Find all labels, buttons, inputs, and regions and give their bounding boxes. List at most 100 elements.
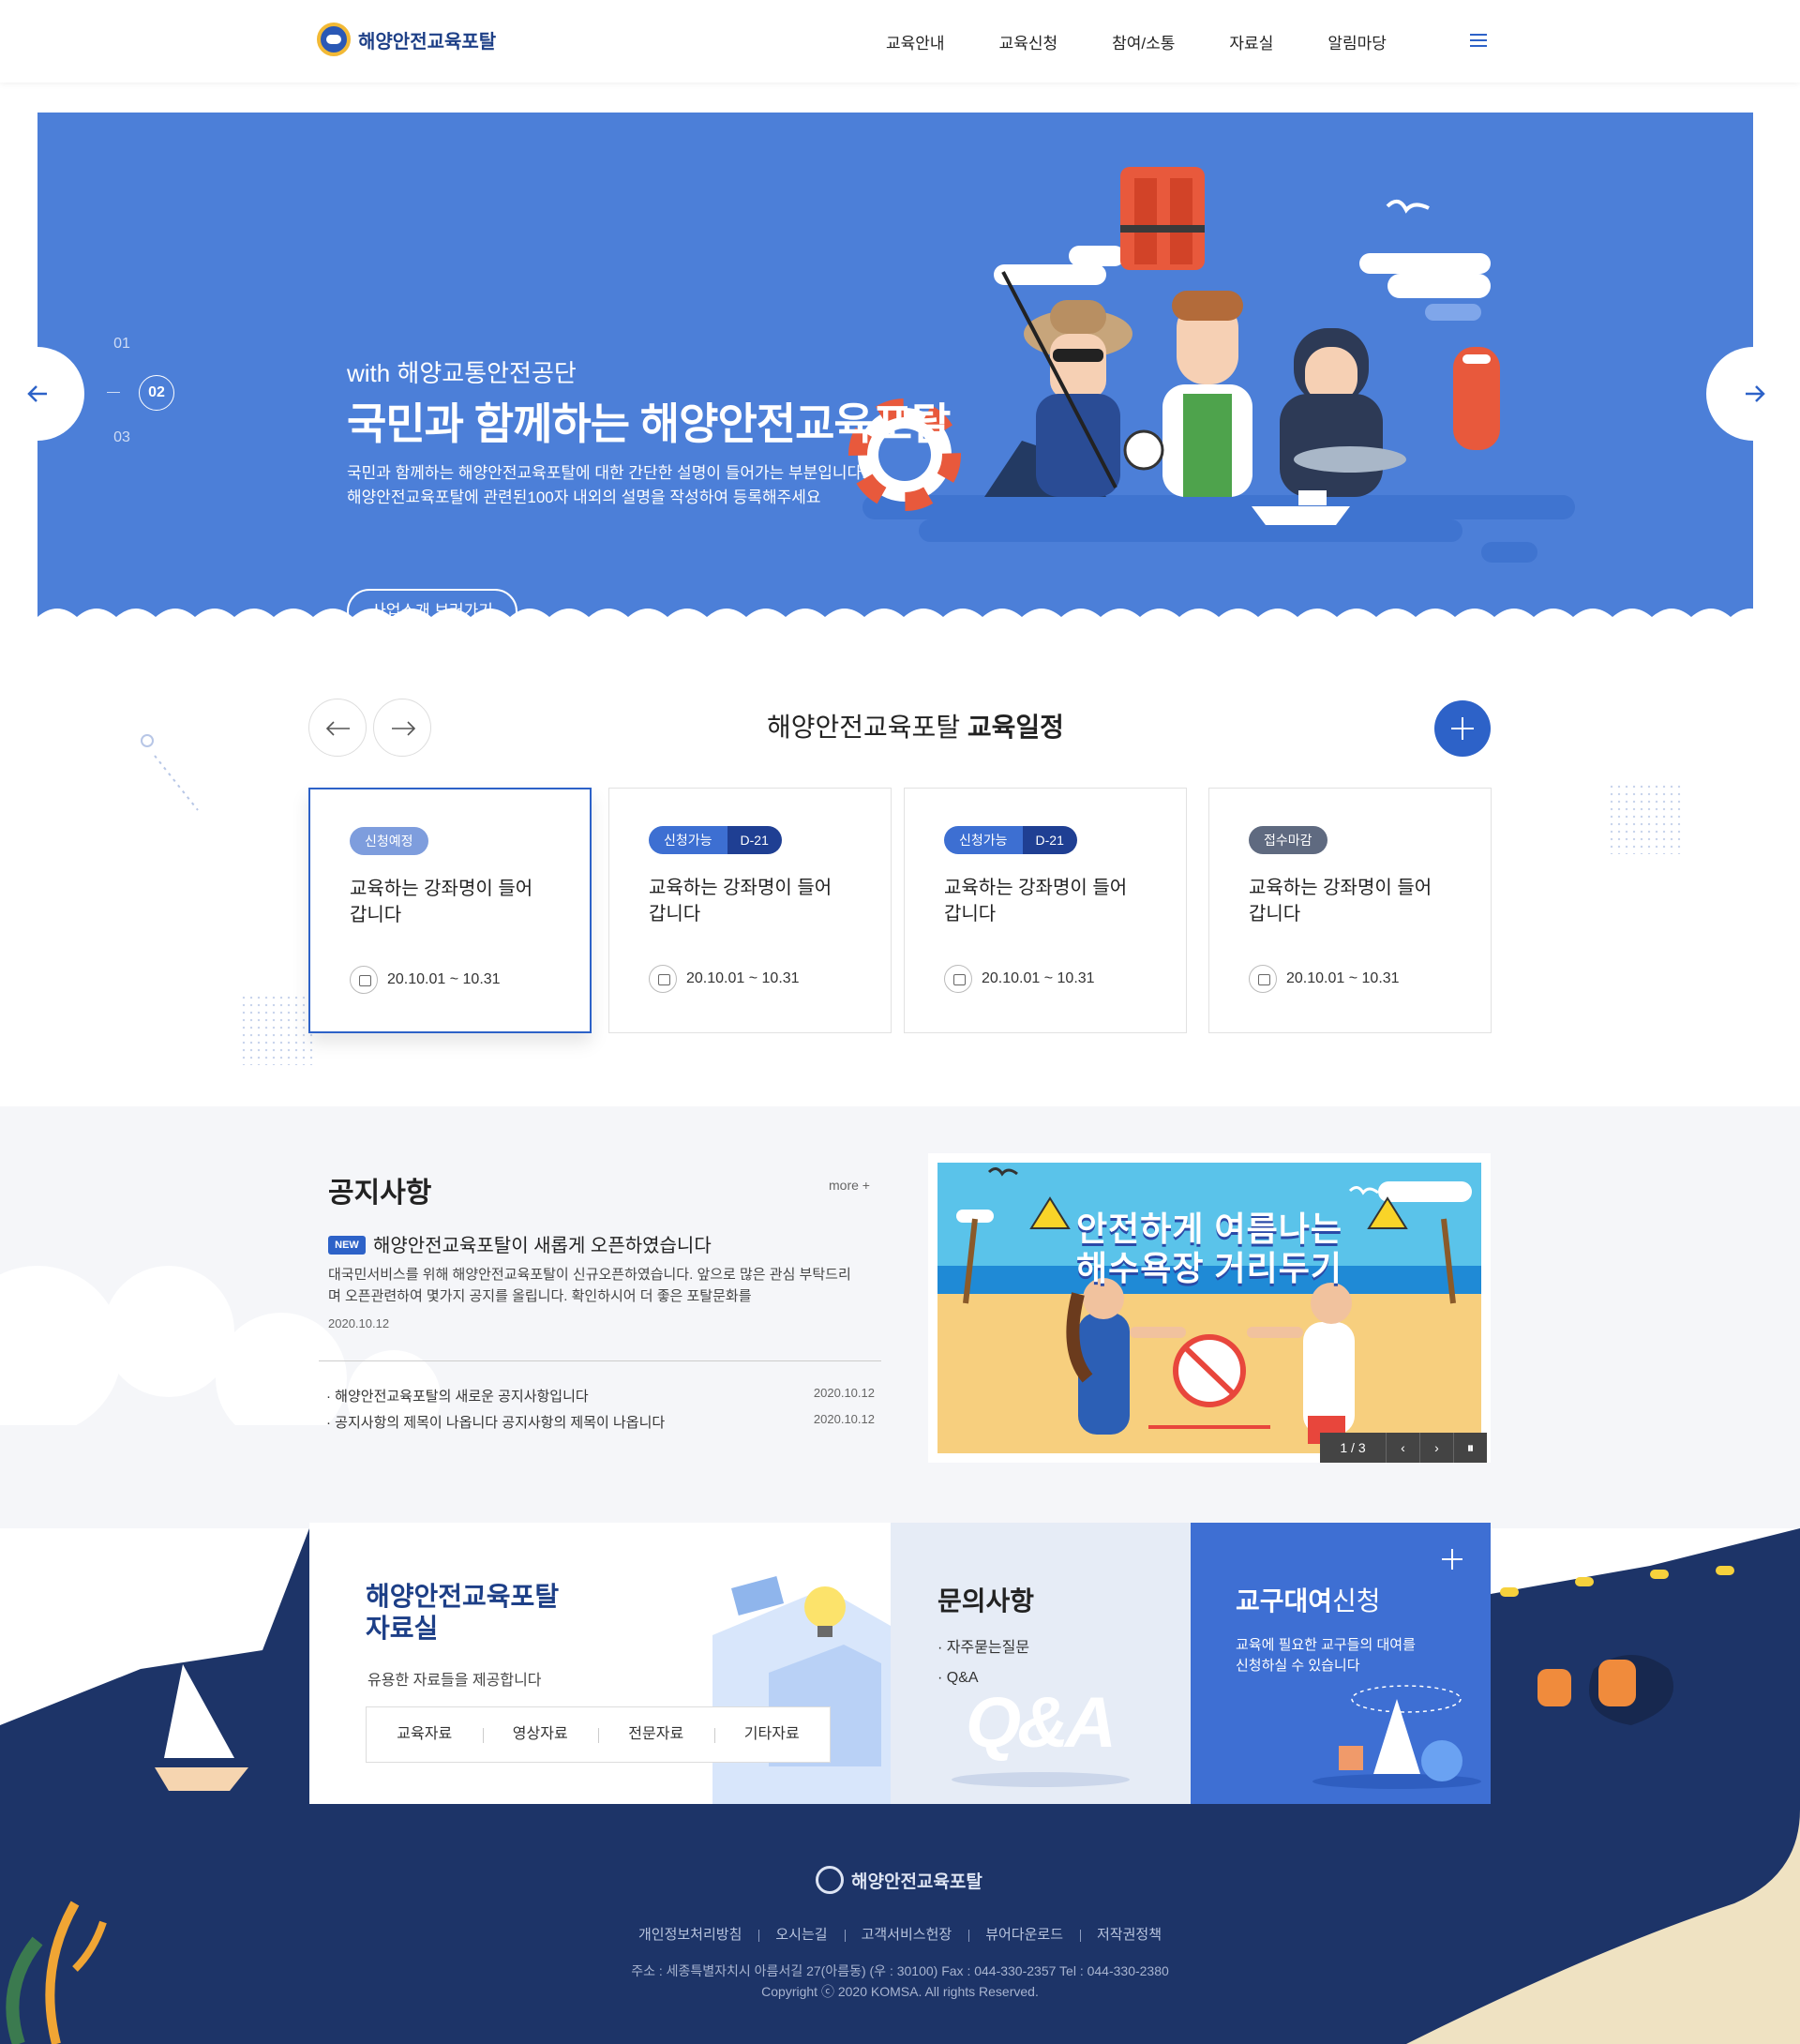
nav-item-education-guide[interactable]: 교육안내 (886, 30, 945, 53)
hero-description: 국민과 함께하는 해양안전교육포탈에 대한 간단한 설명이 들어가는 부분입니다… (347, 461, 1003, 510)
footer-link-directions[interactable]: 오시는길 (758, 1927, 844, 1943)
rental-title-rest: 신청 (1332, 1586, 1381, 1616)
resource-card: 해양안전교육포탈 자료실 유용한 자료들을 제공합니다 교육자료 영상자료 전문… (309, 1523, 891, 1804)
resource-tab-education[interactable]: 교육자료 (367, 1707, 483, 1762)
nav-item-resources[interactable]: 자료실 (1229, 30, 1273, 53)
arrow-right-icon (392, 721, 416, 736)
calendar-icon (944, 965, 972, 993)
hero-description-line: 해양안전교육포탈에 관련된100자 내외의 설명을 작성하여 등록해주세요 (347, 488, 821, 506)
chevron-right-icon: › (1434, 1440, 1439, 1455)
decor-dotted-line (141, 734, 199, 811)
arrow-left-icon (27, 385, 47, 402)
course-title: 교육하는 강좌명이 들어갑니다 (944, 878, 1128, 924)
footer-copyright: Copyright ⓒ 2020 KOMSA. All rights Reser… (761, 1984, 1039, 1999)
footer-logo[interactable]: 해양안전교육포탈 (816, 1866, 982, 1894)
equipment-rental-card[interactable]: 교구대여신청 교육에 필요한 교구들의 대여를 신청하실 수 있습니다 (1191, 1523, 1491, 1804)
decor-dots (240, 994, 317, 1065)
banner-next-button[interactable]: › (1419, 1433, 1453, 1463)
promo-banner-line: 안전하게 여름나는 (1076, 1210, 1342, 1248)
schedule-card[interactable]: 신청가능 D-21 교육하는 강좌명이 들어갑니다 20.10.01 ~ 10.31 (904, 788, 1187, 1033)
nav-item-notices[interactable]: 알림마당 (1328, 30, 1387, 53)
course-period: 20.10.01 ~ 10.31 (1249, 965, 1400, 993)
arrow-left-icon (325, 721, 350, 736)
footer-link-service-charter[interactable]: 고객서비스헌장 (845, 1927, 969, 1943)
hero-next-button[interactable] (1706, 347, 1800, 441)
schedule-card[interactable]: 접수마감 교육하는 강좌명이 들어갑니다 20.10.01 ~ 10.31 (1208, 788, 1492, 1033)
notice-headline[interactable]: 해양안전교육포탈이 새롭게 오픈하였습니다 (373, 1230, 712, 1257)
pager-dash (107, 392, 120, 393)
schedule-title: 해양안전교육포탈 교육일정 (767, 707, 1064, 744)
rental-title: 교구대여신청 (1236, 1581, 1381, 1618)
beach-illustration (938, 1163, 1481, 1453)
notice-date: 2020.10.12 (328, 1316, 390, 1330)
resource-title-line: 해양안전교육포탈 (366, 1582, 560, 1611)
status-label: 접수마감 (1249, 826, 1328, 854)
shapes-illustration (1312, 1685, 1481, 1789)
status-label: 신청가능 (649, 826, 728, 854)
slide-pager-item-active[interactable]: 02 (139, 375, 174, 411)
schedule-card[interactable]: 신청가능 D-21 교육하는 강좌명이 들어갑니다 20.10.01 ~ 10.31 (608, 788, 892, 1033)
nav-item-participation[interactable]: 참여/소통 (1112, 30, 1175, 53)
schedule-title-emphasis: 교육일정 (967, 713, 1064, 742)
status-badge: 신청가능 D-21 (944, 826, 1077, 854)
ship-wheel-icon (317, 23, 351, 56)
promo-banner[interactable]: 안전하게 여름나는 해수욕장 거리두기 (928, 1153, 1491, 1463)
footer-link-privacy[interactable]: 개인정보처리방침 (622, 1927, 758, 1943)
inquiry-title: 문의사항 (938, 1586, 1035, 1616)
footer-link-copyright-policy[interactable]: 저작권정책 (1080, 1927, 1178, 1943)
course-period: 20.10.01 ~ 10.31 (350, 966, 501, 994)
course-date: 20.10.01 ~ 10.31 (1286, 970, 1400, 986)
hero-subtitle: with 해양교통안전공단 (347, 359, 577, 387)
rental-title-bold: 교구대여 (1236, 1586, 1333, 1616)
chevron-left-icon: ‹ (1401, 1440, 1405, 1455)
resource-tab-expert[interactable]: 전문자료 (598, 1707, 714, 1762)
schedule-more-plus-button[interactable] (1434, 700, 1491, 757)
ship-wheel-icon (816, 1866, 844, 1894)
status-badge: 신청예정 (350, 827, 428, 855)
slide-pager-item[interactable]: 01 (103, 336, 141, 353)
arrow-right-icon (1746, 385, 1765, 402)
notice-divider (319, 1360, 881, 1361)
notice-list-item[interactable]: · 해양안전교육포탈의 새로운 공지사항입니다 2020.10.12 (326, 1386, 875, 1405)
banner-page-indicator: 1 / 3 (1320, 1433, 1386, 1463)
faq-link[interactable]: · 자주묻는질문 (938, 1633, 1029, 1663)
schedule-prev-button[interactable] (308, 699, 367, 757)
calendar-icon (350, 966, 378, 994)
footer-logo-text: 해양안전교육포탈 (851, 1871, 982, 1892)
inquiry-card[interactable]: 문의사항 · 자주묻는질문 · Q&A Q&A (891, 1523, 1191, 1804)
pause-icon: ⏸ (1467, 1440, 1474, 1455)
resource-tab-video[interactable]: 영상자료 (482, 1707, 599, 1762)
notice-item-date: 2020.10.12 (813, 1412, 875, 1426)
banner-prev-button[interactable]: ‹ (1386, 1433, 1419, 1463)
hero-banner: with 해양교통안전공단 국민과 함께하는 해양안전교육포탈 국민과 함께하는… (38, 113, 1753, 624)
footer-links: 개인정보처리방침 오시는길 고객서비스헌장 뷰어다운로드 저작권정책 (0, 1924, 1800, 1944)
notice-more-link[interactable]: more + (829, 1178, 870, 1193)
promo-banner-image: 안전하게 여름나는 해수욕장 거리두기 (938, 1163, 1481, 1453)
logo-text: 해양안전교육포탈 (358, 31, 497, 53)
wave-divider (38, 609, 1753, 628)
notice-section-bg (0, 1106, 1800, 1528)
notice-title: 공지사항 (328, 1178, 432, 1209)
notice-item-title: · 해양안전교육포탈의 새로운 공지사항입니다 (326, 1389, 589, 1405)
status-label: 신청예정 (350, 827, 428, 855)
banner-pause-button[interactable]: ⏸ (1453, 1433, 1487, 1463)
site-logo[interactable]: 해양안전교육포탈 (317, 23, 496, 56)
shadow-ellipse (952, 1772, 1130, 1787)
status-badge: 접수마감 (1249, 826, 1328, 854)
course-title: 교육하는 강좌명이 들어갑니다 (649, 878, 832, 924)
banner-controls: 1 / 3 ‹ › ⏸ (1320, 1433, 1487, 1463)
course-period: 20.10.01 ~ 10.31 (944, 965, 1095, 993)
nav-item-education-apply[interactable]: 교육신청 (999, 30, 1058, 53)
footer-link-viewer-download[interactable]: 뷰어다운로드 (968, 1927, 1080, 1943)
dday-label: D-21 (727, 826, 782, 854)
promo-banner-line: 해수욕장 거리두기 (1076, 1249, 1342, 1287)
resource-tab-other[interactable]: 기타자료 (713, 1707, 831, 1762)
hamburger-menu-icon[interactable] (1470, 34, 1487, 47)
slide-pager-item[interactable]: 03 (103, 429, 141, 446)
schedule-card[interactable]: 신청예정 교육하는 강좌명이 들어갑니다 20.10.01 ~ 10.31 (308, 788, 592, 1033)
course-date: 20.10.01 ~ 10.31 (982, 970, 1095, 986)
course-period: 20.10.01 ~ 10.31 (649, 965, 800, 993)
notice-list-item[interactable]: · 공지사항의 제목이 나옵니다 공지사항의 제목이 나옵니다 2020.10.… (326, 1412, 875, 1432)
schedule-next-button[interactable] (373, 699, 431, 757)
plus-icon[interactable] (1442, 1549, 1462, 1570)
